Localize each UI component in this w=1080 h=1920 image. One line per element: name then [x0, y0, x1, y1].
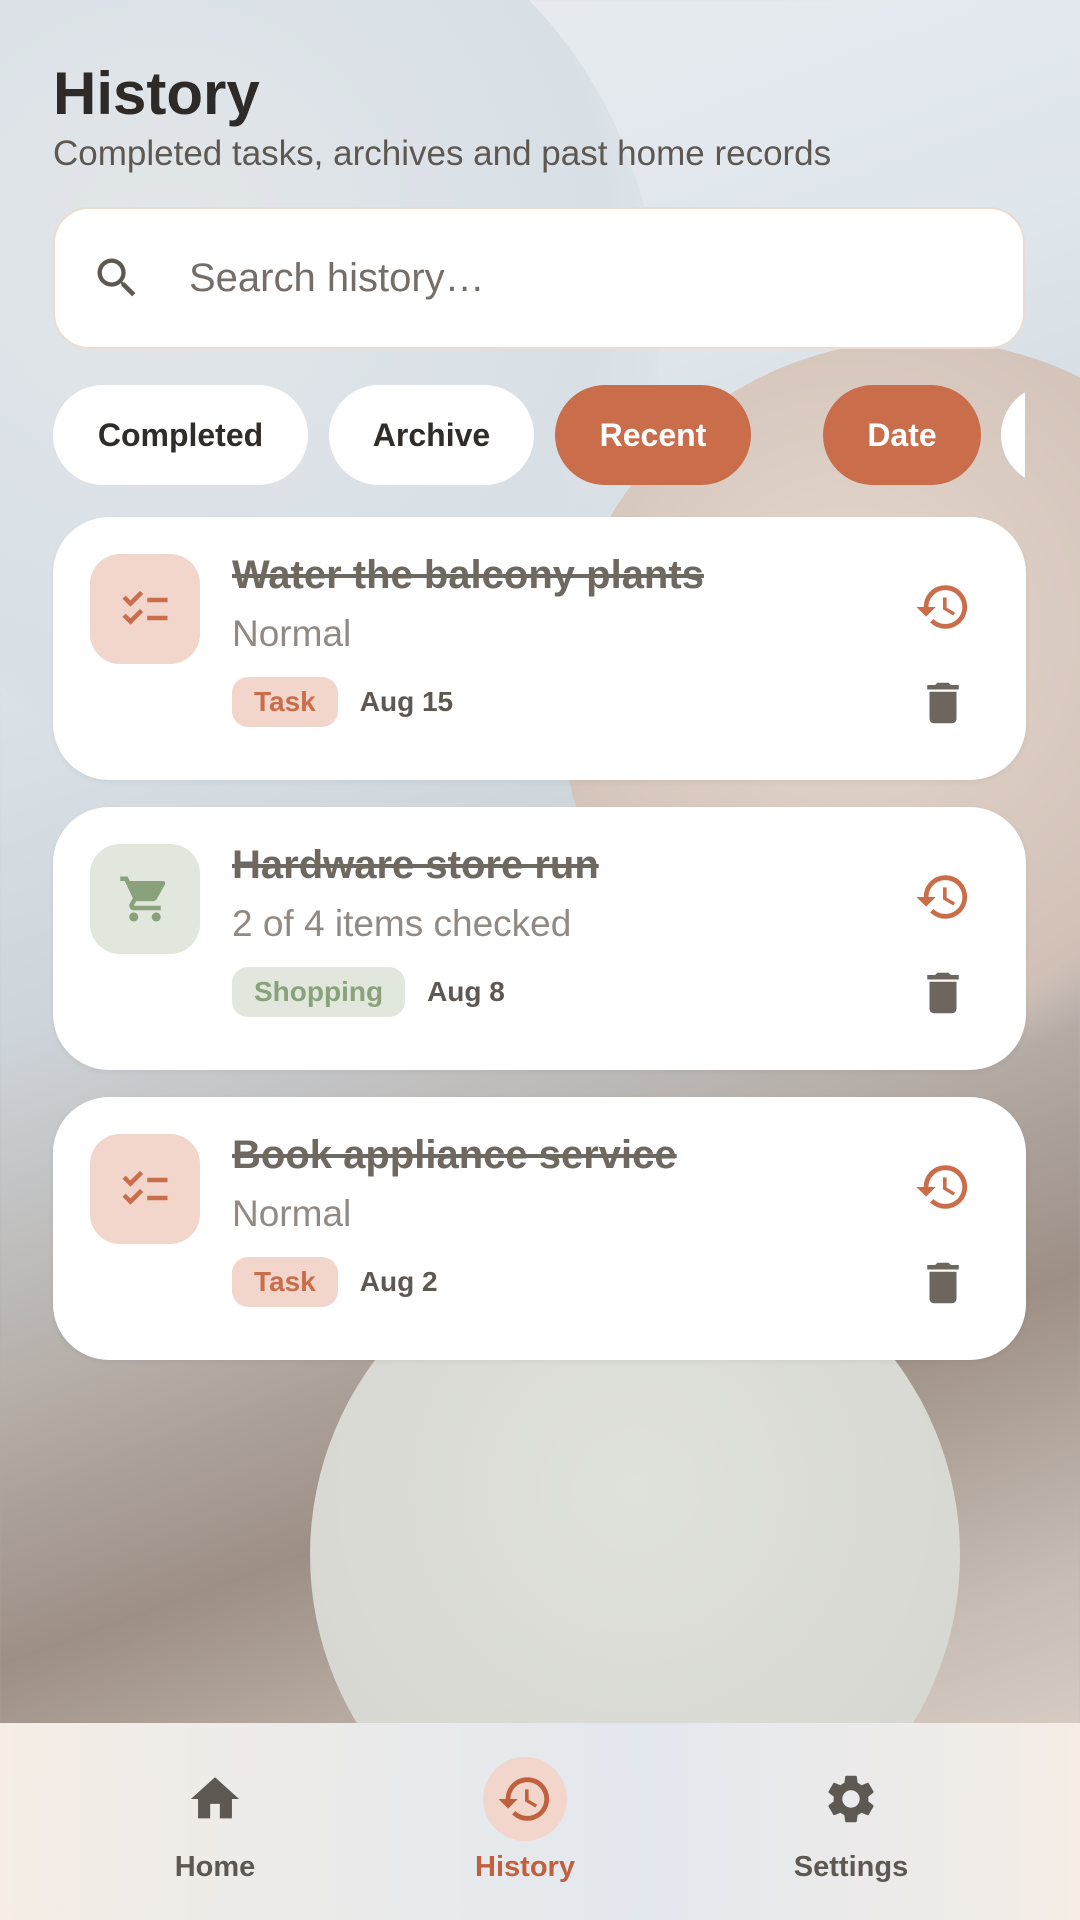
delete-button[interactable] — [913, 963, 973, 1023]
filter-chip-more[interactable] — [1001, 385, 1025, 485]
checklist-icon — [90, 1134, 200, 1244]
restore-button[interactable] — [913, 867, 973, 927]
item-date: Aug 15 — [359, 686, 454, 717]
history-card[interactable]: Book appliance service Normal Task Aug 2 — [53, 1097, 1026, 1360]
filter-chips: Completed Archive Recent Date — [53, 385, 1025, 485]
item-subtitle: Normal — [232, 613, 352, 654]
restore-icon — [916, 1165, 968, 1209]
category-badge: Shopping — [232, 967, 406, 1017]
trash-icon — [927, 972, 959, 1014]
history-icon — [498, 1777, 550, 1821]
item-date: Aug 2 — [359, 1266, 438, 1297]
gear-icon — [828, 1775, 874, 1823]
home-icon — [190, 1777, 240, 1819]
trash-icon — [927, 1262, 959, 1304]
category-badge: Task — [232, 1257, 338, 1307]
filter-chip-completed[interactable]: Completed — [53, 385, 308, 485]
item-title: Book appliance service — [232, 1133, 677, 1177]
item-subtitle: 2 of 4 items checked — [232, 903, 572, 944]
item-title: Hardware store run — [232, 843, 599, 887]
checklist-icon — [90, 554, 200, 664]
search-icon — [97, 258, 136, 297]
filter-chip-date[interactable]: Date — [823, 385, 981, 485]
cart-icon — [90, 844, 200, 954]
restore-button[interactable] — [913, 1157, 973, 1217]
nav-item-home[interactable]: Home — [115, 1757, 315, 1884]
history-card[interactable]: Water the balcony plants Normal Task Aug… — [53, 517, 1026, 780]
item-title: Water the balcony plants — [232, 553, 704, 597]
delete-button[interactable] — [913, 1253, 973, 1313]
delete-button[interactable] — [913, 673, 973, 733]
nav-label: History — [475, 1851, 575, 1883]
category-badge: Task — [232, 677, 338, 727]
nav-item-settings[interactable]: Settings — [751, 1757, 951, 1884]
restore-icon — [916, 875, 968, 919]
restore-icon — [916, 585, 968, 629]
item-subtitle: Normal — [232, 1193, 352, 1234]
filter-chip-archive[interactable]: Archive — [329, 385, 534, 485]
page-header: History Completed tasks, archives and pa… — [53, 58, 1013, 174]
nav-item-history[interactable]: History — [425, 1757, 625, 1884]
restore-button[interactable] — [913, 577, 973, 637]
nav-label: Settings — [793, 1851, 909, 1883]
search-input[interactable] — [187, 254, 971, 302]
search-bar[interactable] — [53, 207, 1025, 349]
trash-icon — [927, 682, 959, 724]
filter-chip-recent[interactable]: Recent — [555, 385, 751, 485]
item-date: Aug 8 — [427, 976, 505, 1007]
bottom-navigation: Home History Settings — [0, 1723, 1080, 1920]
page-subtitle: Completed tasks, archives and past home … — [53, 134, 832, 173]
nav-label: Home — [174, 1851, 256, 1883]
history-card[interactable]: Hardware store run 2 of 4 items checked … — [53, 807, 1026, 1070]
page-title: History — [53, 60, 260, 127]
